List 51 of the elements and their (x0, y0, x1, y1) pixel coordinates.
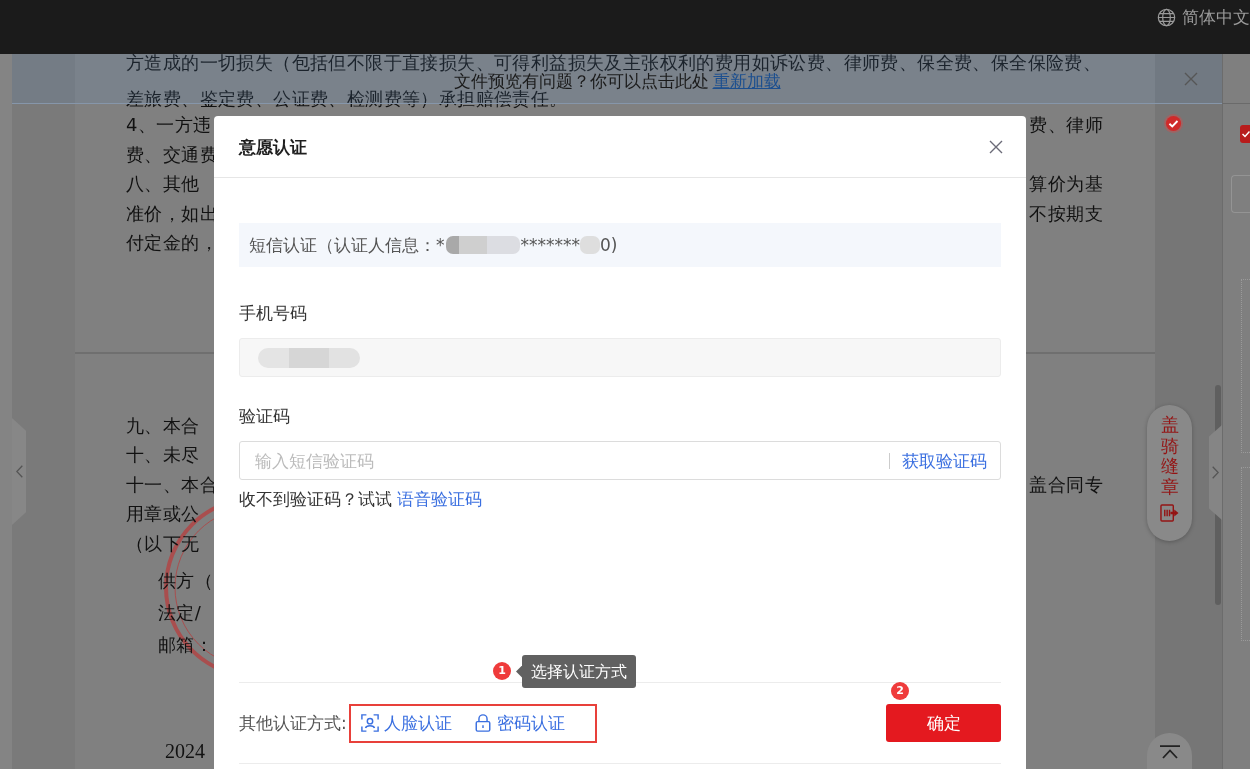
document-text: 九、本合 (126, 415, 200, 436)
tooltip: 选择认证方式 (516, 655, 636, 688)
document-text: 十一、本合 (126, 474, 218, 495)
step-badge: 2 (891, 682, 909, 700)
document-text: 4、一方违 (126, 116, 212, 134)
document-arrow-icon (1160, 503, 1179, 522)
chevron-right-icon (1212, 466, 1219, 479)
get-code-link[interactable]: 获取验证码 (902, 449, 987, 472)
document-text: 邮箱： (158, 634, 214, 655)
document-text: 方造成的一切损失（包括但不限于直接损失、可得利益损失及主张权利的费用如诉讼费、律师费、保全费、保全保险费、 (126, 54, 1102, 72)
document-text: 十、未尽 (126, 445, 200, 466)
close-icon[interactable] (1184, 72, 1198, 86)
language-selector[interactable]: 简体中文 (1157, 7, 1250, 27)
lock-icon (473, 714, 492, 732)
close-button[interactable] (989, 139, 1003, 154)
document-text: 费、律师 (1029, 116, 1103, 134)
document-text: 不按期支 (1029, 204, 1103, 223)
close-icon (989, 139, 1003, 154)
globe-icon (1157, 7, 1176, 27)
voice-code-link[interactable]: 语音验证码 (397, 488, 482, 510)
sms-info-text: ******* (520, 234, 580, 256)
document-text: 付定金的， (126, 234, 218, 252)
step-badge: 1 (493, 662, 511, 680)
sms-info-text: 短信认证（认证人信息：* (249, 234, 445, 256)
notice-text: 文件预览有问题？你可以点击此处 (453, 71, 709, 90)
face-scan-icon (360, 714, 379, 732)
document-date: 2024 (165, 738, 205, 764)
confirm-button[interactable]: 确定 (886, 704, 1001, 742)
checkbox[interactable] (1240, 125, 1250, 143)
document-text: 八、其他 (126, 175, 200, 193)
help-text: 收不到验证码？试试 (239, 488, 392, 510)
document-text: 法定/ (158, 602, 202, 623)
check-circle-icon (1164, 114, 1183, 133)
document-text: 算价为基 (1029, 175, 1103, 193)
redaction-block (580, 236, 600, 254)
document-text: 供方（ (158, 570, 214, 591)
field-label: 验证码 (239, 405, 290, 427)
chevron-left-icon (15, 465, 23, 478)
verification-code-field[interactable]: 输入短信验证码 获取验证码 (239, 441, 1001, 480)
field-label: 手机号码 (239, 302, 307, 324)
document-text: 盖合同专 (1029, 474, 1103, 495)
document-text: 用章或公 (126, 504, 200, 525)
other-methods-label: 其他认证方式: (239, 712, 347, 734)
document-text: （以下无 (126, 533, 200, 554)
dialog-title: 意愿认证 (239, 135, 307, 158)
sms-info-text: 0) (600, 234, 618, 256)
cross-page-seal-button[interactable]: 盖骑缝章 (1147, 405, 1192, 541)
arrow-up-bar-icon (1158, 745, 1181, 759)
phone-number-field[interactable] (239, 338, 1001, 377)
face-verification-link[interactable]: 人脸认证 (360, 712, 452, 734)
password-verification-link[interactable]: 密码认证 (473, 712, 565, 734)
